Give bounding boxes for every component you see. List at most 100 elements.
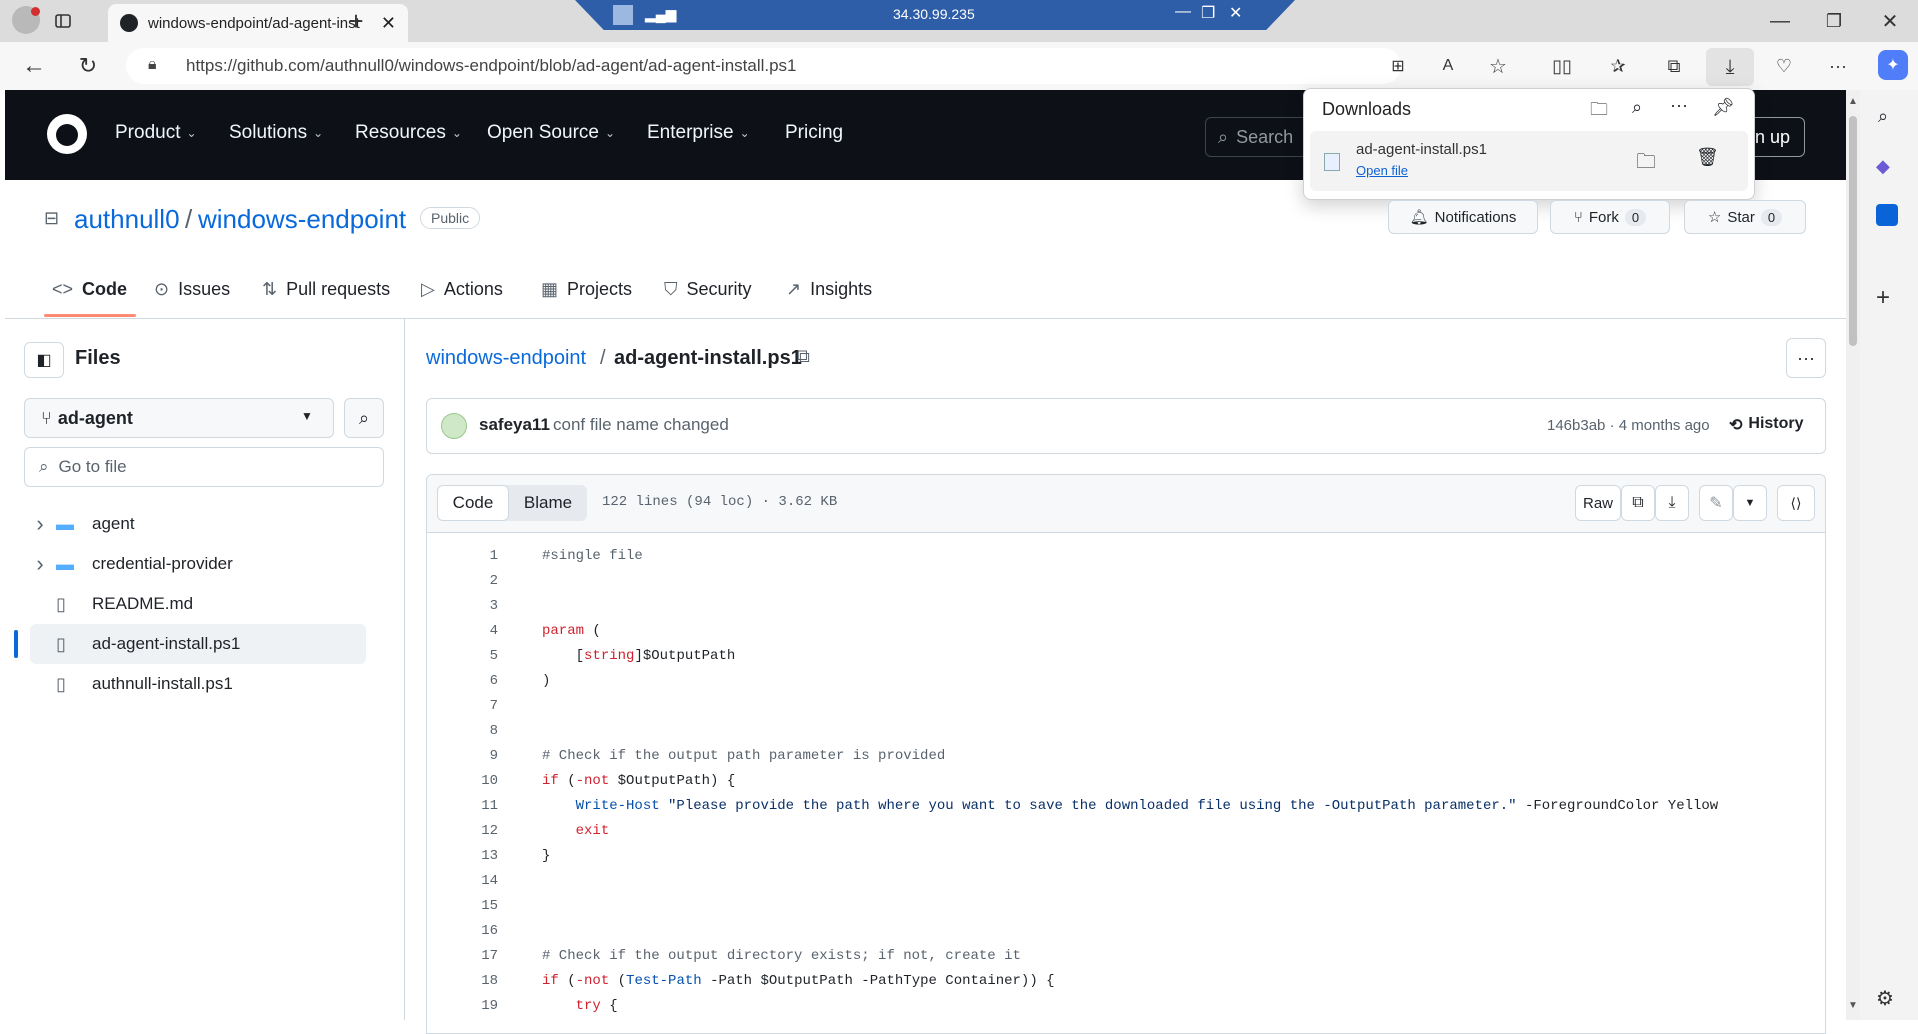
nav-item[interactable]: Enterprise ⌄ — [647, 122, 750, 144]
open-file-link[interactable]: Open file — [1356, 163, 1408, 178]
pin-panel-icon[interactable]: 📌︎ — [1712, 97, 1735, 118]
copy-raw-icon[interactable]: ⧉ — [1621, 485, 1655, 521]
lock-icon[interactable]: 🔒︎ — [148, 56, 157, 74]
scroll-thumb[interactable] — [1849, 116, 1857, 346]
collapse-sidebar-icon[interactable]: ◧ — [24, 342, 64, 378]
commit-author[interactable]: safeya11 — [479, 415, 550, 435]
search-files-button[interactable]: ⌕ — [344, 398, 384, 438]
history-button[interactable]: ⟲ History — [1729, 415, 1804, 435]
line-number[interactable]: 14 — [428, 873, 498, 889]
line-number[interactable]: 3 — [428, 598, 498, 614]
open-downloads-folder-icon[interactable]: 🗀 — [1590, 97, 1608, 127]
new-tab-button[interactable]: + — [340, 6, 372, 36]
nav-item[interactable]: Solutions ⌄ — [229, 122, 323, 144]
show-in-folder-icon[interactable]: 🗀 — [1636, 147, 1656, 181]
line-number[interactable]: 11 — [428, 798, 498, 814]
breadcrumb-repo-link[interactable]: windows-endpoint — [426, 347, 586, 370]
file-more-options-icon[interactable]: ··· — [1786, 338, 1826, 378]
page-scrollbar[interactable]: ▲ ▼ — [1846, 90, 1860, 1020]
pin-icon[interactable] — [613, 5, 633, 25]
line-number[interactable]: 1 — [428, 548, 498, 564]
line-number[interactable]: 8 — [428, 723, 498, 739]
tree-item[interactable]: ▯ ad-agent-install.ps1 — [14, 624, 366, 664]
favorites-icon[interactable]: ✰ — [1604, 52, 1632, 80]
commit-hash-age[interactable]: 146b3ab · 4 months ago — [1547, 417, 1710, 434]
line-number[interactable]: 10 — [428, 773, 498, 789]
line-number[interactable]: 7 — [428, 698, 498, 714]
nav-item[interactable]: Resources ⌄ — [355, 122, 462, 144]
app-available-icon[interactable]: ⊞ — [1384, 52, 1412, 80]
back-icon[interactable]: ← — [18, 50, 50, 82]
tree-item[interactable]: ▯ authnull-install.ps1 — [24, 664, 366, 704]
nav-item[interactable]: Open Source ⌄ — [487, 122, 615, 144]
line-number[interactable]: 12 — [428, 823, 498, 839]
edit-pencil-icon[interactable]: ✎ — [1699, 485, 1733, 521]
goto-file-input[interactable]: ⌕ Go to file — [24, 447, 384, 487]
line-number[interactable]: 5 — [428, 648, 498, 664]
refresh-icon[interactable]: ↻ — [72, 50, 104, 82]
split-screen-icon[interactable]: ▯▯ — [1548, 52, 1576, 80]
sidebar-search-icon[interactable]: ⌕ — [1878, 106, 1888, 127]
raw-button[interactable]: Raw — [1575, 485, 1621, 521]
line-number[interactable]: 6 — [428, 673, 498, 689]
tab-pull-requests[interactable]: ⇅ Pull requests — [262, 279, 390, 300]
line-number[interactable]: 19 — [428, 998, 498, 1014]
more-icon[interactable]: ··· — [1824, 52, 1852, 80]
tab-actions-icon[interactable] — [48, 6, 78, 36]
downloads-more-icon[interactable]: ··· — [1670, 95, 1688, 116]
code-tab-button[interactable]: Code — [437, 485, 509, 521]
tree-item[interactable]: ▯ README.md — [24, 584, 366, 624]
sidebar-settings-icon[interactable]: ⚙︎ — [1876, 986, 1894, 1011]
copilot-sidebar-icon[interactable]: ◆ — [1876, 156, 1890, 177]
copilot-icon[interactable]: ✦ — [1878, 50, 1908, 80]
nav-item[interactable]: Pricing — [785, 122, 843, 144]
line-number[interactable]: 13 — [428, 848, 498, 864]
read-aloud-icon[interactable]: A — [1434, 52, 1462, 80]
add-sidebar-app-icon[interactable]: + — [1876, 284, 1890, 312]
fork-button[interactable]: ⑂ Fork 0 — [1550, 200, 1670, 234]
tree-item[interactable]: › ▬ agent — [24, 504, 366, 544]
url-field[interactable]: 🔒︎ https://github.com/authnull0/windows-… — [126, 48, 1401, 84]
repo-owner-link[interactable]: authnull0 — [74, 204, 180, 235]
close-tab-icon[interactable]: ✕ — [381, 13, 396, 34]
line-number[interactable]: 9 — [428, 748, 498, 764]
rdp-restore-icon[interactable]: ❐ — [1201, 3, 1215, 23]
download-raw-icon[interactable]: ⤓ — [1655, 485, 1689, 521]
github-logo-icon[interactable] — [47, 114, 87, 154]
branch-select[interactable]: ⑂ ad-agent ▼ — [24, 398, 334, 438]
window-minimize-icon[interactable]: — — [1760, 6, 1800, 36]
tree-item[interactable]: › ▬ credential-provider — [24, 544, 366, 584]
tab-projects[interactable]: ▦ Projects — [541, 279, 632, 300]
download-item[interactable]: ad-agent-install.ps1 Open file 🗀 🗑︎ — [1310, 131, 1748, 191]
line-number[interactable]: 18 — [428, 973, 498, 989]
tab-security[interactable]: ⛉ Security — [664, 279, 752, 300]
scroll-down-icon[interactable]: ▼ — [1848, 1000, 1858, 1011]
window-close-icon[interactable]: ✕ — [1870, 6, 1910, 36]
edit-dropdown-icon[interactable]: ▼ — [1733, 485, 1767, 521]
tab-issues[interactable]: ⊙ Issues — [154, 279, 230, 300]
nav-item[interactable]: Product ⌄ — [115, 122, 197, 144]
favorite-star-icon[interactable]: ☆ — [1484, 52, 1512, 80]
author-avatar[interactable] — [441, 413, 467, 439]
rdp-minimize-icon[interactable]: — — [1175, 3, 1191, 21]
window-restore-icon[interactable]: ❐ — [1814, 6, 1854, 36]
notifications-button[interactable]: 🔔︎ Notifications — [1388, 200, 1538, 234]
star-button[interactable]: ☆ Star 0 — [1684, 200, 1806, 234]
line-number[interactable]: 2 — [428, 573, 498, 589]
blame-tab-button[interactable]: Blame — [509, 485, 587, 521]
repo-name-link[interactable]: windows-endpoint — [198, 204, 406, 235]
copy-path-icon[interactable]: ⧉ — [797, 346, 810, 367]
scroll-up-icon[interactable]: ▲ — [1848, 96, 1858, 107]
line-number[interactable]: 4 — [428, 623, 498, 639]
line-number[interactable]: 17 — [428, 948, 498, 964]
line-number[interactable]: 16 — [428, 923, 498, 939]
outlook-icon[interactable] — [1876, 204, 1898, 226]
line-number[interactable]: 15 — [428, 898, 498, 914]
commit-message[interactable]: conf file name changed — [553, 415, 729, 435]
browser-essentials-icon[interactable]: ♡ — [1770, 52, 1798, 80]
tab-actions[interactable]: ▷ Actions — [421, 279, 503, 300]
profile-avatar-icon[interactable] — [12, 6, 40, 34]
tab-insights[interactable]: ↗ Insights — [786, 279, 872, 300]
delete-icon[interactable]: 🗑︎ — [1696, 147, 1719, 168]
rdp-close-icon[interactable]: ✕ — [1229, 3, 1242, 23]
